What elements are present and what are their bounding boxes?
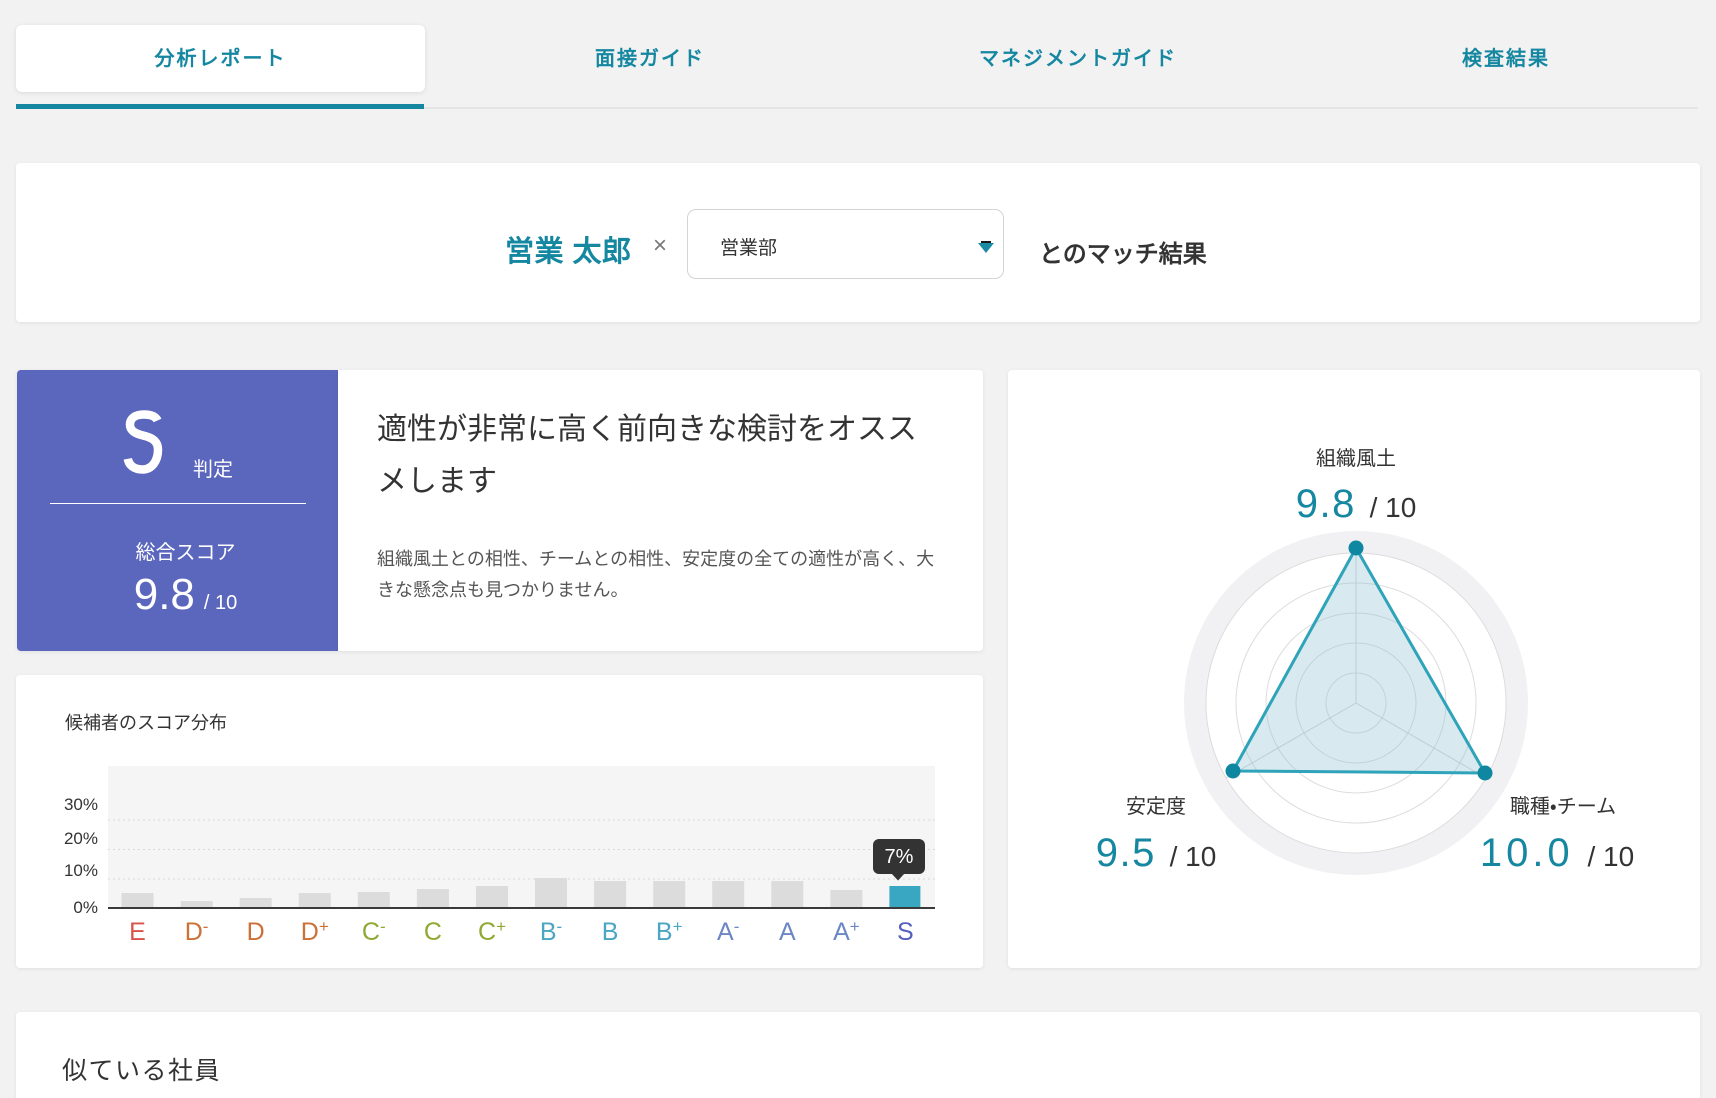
svg-text:D+: D+ [301, 917, 329, 946]
svg-text:職種・チーム: 職種・チーム [1510, 795, 1616, 818]
svg-text:C: C [424, 918, 442, 946]
svg-text:E: E [129, 918, 146, 946]
svg-text:9.8 / 10: 9.8 / 10 [1296, 482, 1417, 526]
svg-text:B: B [602, 918, 619, 946]
svg-text:S: S [897, 918, 914, 946]
svg-text:A+: A+ [833, 917, 860, 946]
svg-text:C+: C+ [478, 917, 506, 946]
svg-text:20%: 20% [64, 829, 98, 848]
svg-text:D: D [247, 918, 265, 946]
svg-text:B+: B+ [656, 917, 683, 946]
svg-text:D-: D- [185, 917, 209, 946]
svg-text:30%: 30% [64, 795, 98, 814]
svg-text:10.0 / 10: 10.0 / 10 [1480, 831, 1634, 875]
svg-text:A-: A- [717, 917, 739, 946]
svg-text:組織風土: 組織風土 [1316, 447, 1396, 470]
svg-text:0%: 0% [73, 898, 98, 917]
svg-text:9.5 / 10: 9.5 / 10 [1096, 831, 1217, 875]
svg-text:C-: C- [362, 917, 386, 946]
svg-text:A: A [779, 918, 796, 946]
svg-text:10%: 10% [64, 861, 98, 880]
svg-text:安定度: 安定度 [1126, 795, 1186, 818]
svg-text:B-: B- [540, 917, 562, 946]
svg-text:7%: 7% [885, 846, 914, 868]
